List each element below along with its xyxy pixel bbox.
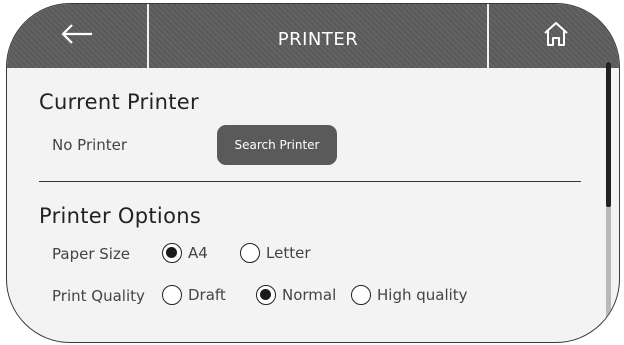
paper-size-a4-radio[interactable]: A4 xyxy=(162,243,208,263)
print-quality-high-radio[interactable]: High quality xyxy=(351,285,468,305)
section-divider xyxy=(39,181,581,182)
print-quality-draft-label: Draft xyxy=(188,286,226,304)
home-button[interactable] xyxy=(493,4,619,68)
print-quality-draft-radio[interactable]: Draft xyxy=(162,285,226,305)
printer-status: No Printer xyxy=(52,136,128,154)
scrollbar-thumb[interactable] xyxy=(606,62,611,207)
back-button[interactable] xyxy=(7,4,147,68)
home-icon xyxy=(542,20,570,52)
paper-size-letter-radio[interactable]: Letter xyxy=(240,243,310,263)
radio-checked-icon xyxy=(256,285,276,305)
search-printer-button[interactable]: Search Printer xyxy=(217,125,337,165)
print-quality-normal-label: Normal xyxy=(282,286,337,304)
print-quality-high-label: High quality xyxy=(377,286,468,304)
page-title: PRINTER xyxy=(277,29,359,50)
paper-size-label: Paper Size xyxy=(52,245,131,263)
current-printer-heading: Current Printer xyxy=(39,90,199,114)
settings-content: Current Printer No Printer Search Printe… xyxy=(7,68,619,342)
print-quality-label: Print Quality xyxy=(52,287,145,305)
header-bar: PRINTER xyxy=(7,4,619,68)
paper-size-letter-label: Letter xyxy=(266,244,311,262)
printer-settings-window: PRINTER Current Printer No Printer Searc… xyxy=(6,3,620,343)
print-quality-normal-radio[interactable]: Normal xyxy=(256,285,336,305)
arrow-left-icon xyxy=(60,23,94,49)
printer-options-heading: Printer Options xyxy=(39,204,202,228)
radio-unchecked-icon xyxy=(162,285,182,305)
radio-unchecked-icon xyxy=(351,285,371,305)
radio-unchecked-icon xyxy=(240,243,260,263)
header-divider-right xyxy=(487,4,489,68)
radio-checked-icon xyxy=(162,243,182,263)
paper-size-a4-label: A4 xyxy=(188,244,208,262)
